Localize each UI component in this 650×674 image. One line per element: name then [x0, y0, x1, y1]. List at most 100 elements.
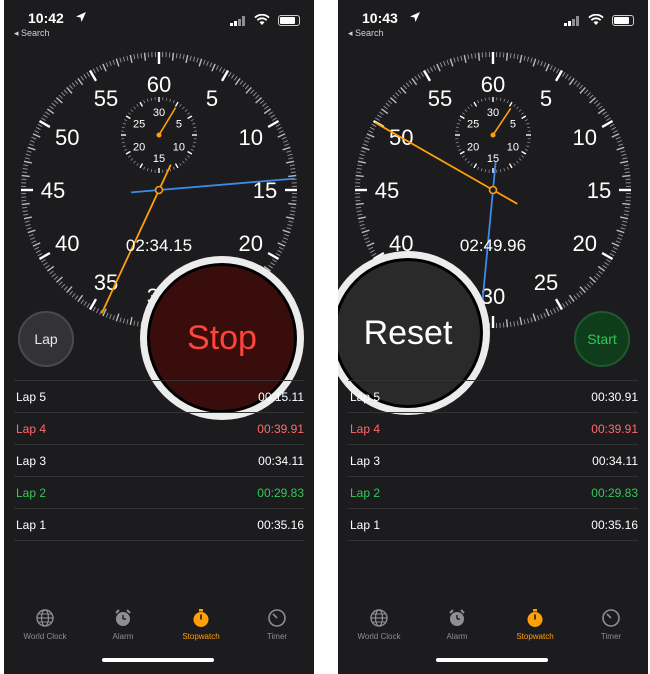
dial-hub [488, 185, 498, 195]
dial-second-label: 60 [481, 72, 505, 97]
dial-second-label: 45 [375, 178, 399, 203]
dial-tick [356, 206, 362, 209]
tab-label: Stopwatch [182, 632, 220, 641]
home-indicator[interactable] [436, 658, 548, 662]
tab-label: Alarm [112, 632, 134, 641]
subdial-minute-label: 15 [487, 153, 499, 165]
stopwatch-icon [496, 608, 574, 628]
home-indicator[interactable] [102, 658, 214, 662]
dial-tick [505, 52, 509, 61]
tab-timer[interactable]: Timer [238, 608, 314, 641]
dial-second-label: 55 [428, 86, 452, 111]
back-to-search-link[interactable]: ◂ Search [14, 28, 50, 39]
tab-bar: World Clock Alarm Stopwatch Timer [338, 600, 648, 650]
lap-list: Lap 5 00:30.91 Lap 4 00:39.91 Lap 3 00:34.11 L… [348, 380, 638, 541]
lap-row: Lap 5 00:15.11 [14, 380, 304, 412]
tab-timer[interactable]: Timer [572, 608, 648, 641]
tab-label: Timer [600, 632, 622, 641]
dial-tick [624, 171, 630, 174]
location-arrow-icon [410, 12, 420, 22]
elapsed-time-readout: 02:49.96 [459, 236, 527, 255]
tab-world-clock[interactable]: World Clock [6, 608, 84, 641]
lap-row: Lap 4 00:39.91 [348, 412, 638, 444]
dial-tick [355, 174, 364, 178]
lap-name: Lap 5 [350, 390, 381, 404]
tab-stopwatch[interactable]: Stopwatch [496, 608, 574, 641]
dial-second-label: 45 [41, 178, 65, 203]
dial-tick [356, 171, 362, 174]
dial-tick [477, 52, 481, 61]
lap-row: Lap 1 00:35.16 [14, 508, 304, 541]
tab-alarm[interactable]: Alarm [84, 608, 162, 641]
wifi-icon [588, 14, 604, 25]
elapsed-time-readout: 02:34.15 [125, 236, 193, 255]
dial-second-label: 20 [239, 231, 263, 256]
dial-tick [21, 174, 30, 178]
subdial-minute-label: 10 [507, 142, 519, 154]
tab-alarm[interactable]: Alarm [418, 608, 496, 641]
alarm-clock-icon [84, 608, 162, 628]
lap-row: Lap 2 00:29.83 [14, 476, 304, 508]
lap-list: Lap 5 00:15.11 Lap 4 00:39.91 Lap 3 00:34.11 L… [14, 380, 304, 541]
subdial-hub [156, 132, 162, 138]
lap-button[interactable]: Lap [18, 311, 74, 367]
dial-tick [505, 319, 509, 328]
dial-second-label: 15 [587, 178, 611, 203]
dial-second-label: 20 [573, 231, 597, 256]
subdial-minute-label: 5 [176, 119, 182, 131]
dial-tick [175, 53, 178, 59]
dial-second-label: 60 [147, 72, 171, 97]
dial-tick [290, 206, 296, 209]
tab-label: Alarm [446, 632, 468, 641]
lap-time: 00:35.16 [591, 518, 638, 532]
lap-row: Lap 2 00:29.83 [348, 476, 638, 508]
lap-time: 00:30.91 [591, 390, 638, 404]
dial-tick [140, 53, 143, 59]
cellular-signal-icon [564, 16, 579, 26]
dial-second-label: 5 [206, 86, 218, 111]
dial-tick [509, 321, 512, 327]
dial-tick [21, 202, 30, 206]
lap-name: Lap 3 [16, 454, 47, 468]
alarm-clock-icon [418, 608, 496, 628]
dial-second-label: 50 [55, 125, 79, 150]
back-to-search-link[interactable]: ◂ Search [348, 28, 384, 39]
stopwatch-screen-running: 10:42 ◂ Search 6051015202530354045505530… [4, 0, 314, 674]
dial-tick [622, 174, 631, 178]
lap-name: Lap 5 [16, 390, 47, 404]
dial-second-label: 40 [55, 231, 79, 256]
wifi-icon [254, 14, 270, 25]
globe-icon [340, 608, 418, 628]
status-bar: 10:43 ◂ Search [338, 0, 648, 40]
lap-row: Lap 4 00:39.91 [14, 412, 304, 444]
battery-icon [278, 15, 300, 26]
lap-time: 00:29.83 [257, 486, 304, 500]
dial-tick [288, 202, 297, 206]
lap-row: Lap 5 00:30.91 [348, 380, 638, 412]
dial-second-label: 35 [94, 270, 118, 295]
timer-icon [238, 608, 314, 628]
tab-world-clock[interactable]: World Clock [340, 608, 418, 641]
dial-tick [143, 52, 147, 61]
dial-tick [288, 174, 297, 178]
dial-second-label: 10 [239, 125, 263, 150]
dial-tick [22, 171, 28, 174]
lap-name: Lap 3 [350, 454, 381, 468]
dial-tick [622, 202, 631, 206]
subdial-minute-label: 25 [467, 119, 479, 131]
dial-second-label: 5 [540, 86, 552, 111]
tab-bar: World Clock Alarm Stopwatch Timer [4, 600, 314, 650]
start-button[interactable]: Start [574, 311, 630, 367]
tab-stopwatch[interactable]: Stopwatch [162, 608, 240, 641]
lap-name: Lap 4 [16, 422, 47, 436]
stopwatch-screen-stopped: 10:43 ◂ Search 6051015202530354045505530… [338, 0, 648, 674]
stopwatch-icon [162, 608, 240, 628]
subdial-minute-label: 20 [133, 142, 145, 154]
globe-icon [6, 608, 84, 628]
subdial-minute-label: 5 [510, 119, 516, 131]
dial-hub [154, 185, 164, 195]
lap-name: Lap 2 [350, 486, 381, 500]
lap-name: Lap 4 [350, 422, 381, 436]
lap-time: 00:39.91 [591, 422, 638, 436]
lap-name: Lap 1 [16, 518, 47, 532]
